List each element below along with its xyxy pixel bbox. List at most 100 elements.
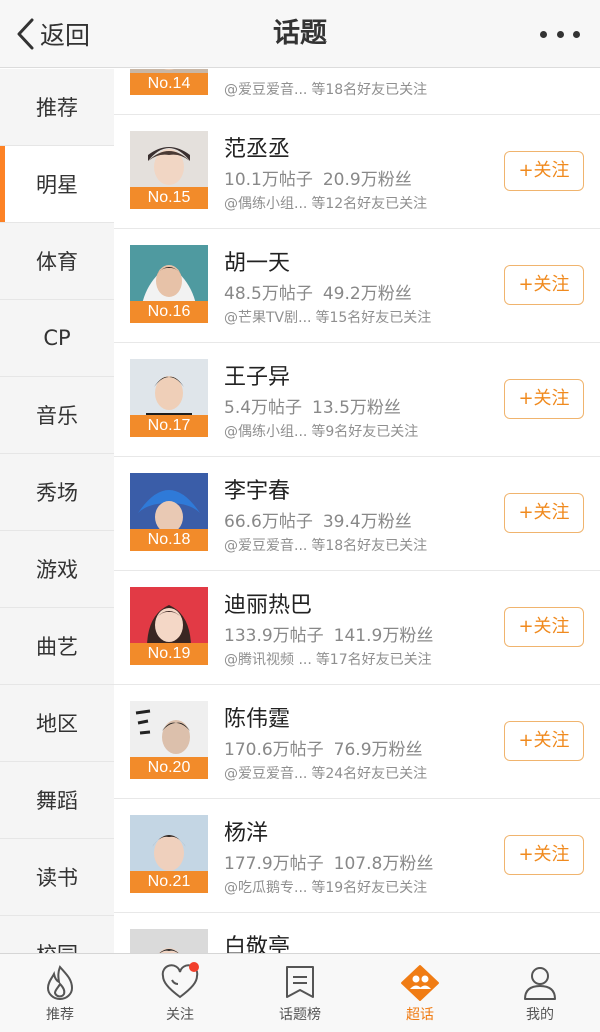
topic-name: 白敬亭 [224, 935, 291, 953]
topic-row[interactable]: No.17 王子异 5.4万帖子 13.5万粉丝 @偶练小组... 等9名好友已关注… [114, 343, 600, 457]
topic-avatar: No.15 [130, 131, 208, 209]
topic-stats: 48.5万帖子 49.2万粉丝 [224, 279, 412, 304]
follow-button[interactable]: +关注 [504, 151, 584, 191]
source-account: @偶练小组... [224, 424, 308, 440]
follow-button[interactable]: +关注 [504, 493, 584, 533]
post-count: 170.6万帖子 [224, 740, 324, 760]
sidebar-item-stars[interactable]: 明星 [0, 146, 114, 223]
sidebar-item-cp[interactable]: CP [0, 300, 114, 377]
topic-name: 杨洋 [224, 821, 269, 846]
topic-list-container: No.14 @爱豆爱音...等18名好友已关注 +关注 No.15 范丞丞 10… [114, 69, 600, 953]
sidebar-item-dance[interactable]: 舞蹈 [0, 762, 114, 839]
more-options-button[interactable] [540, 18, 580, 50]
topic-list: No.14 @爱豆爱音...等18名好友已关注 +关注 No.15 范丞丞 10… [114, 69, 600, 953]
topic-avatar [130, 929, 208, 953]
topic-avatar: No.20 [130, 701, 208, 779]
tab-following[interactable]: 关注 [120, 954, 240, 1032]
sidebar-item-label: 明星 [36, 173, 78, 197]
source-account: @爱豆爱音... [224, 766, 308, 782]
rank-badge: No.15 [130, 187, 208, 209]
topic-row[interactable]: No.16 胡一天 48.5万帖子 49.2万粉丝 @芒果TV剧... 等15名好友… [114, 229, 600, 343]
topic-row[interactable]: No.19 迪丽热巴 133.9万帖子 141.9万粉丝 @腾讯视频 ... 等17… [114, 571, 600, 685]
follow-button[interactable]: +关注 [504, 265, 584, 305]
topic-name: 迪丽热巴 [224, 593, 313, 618]
follow-button[interactable]: +关注 [504, 835, 584, 875]
post-count: 177.9万帖子 [224, 854, 324, 874]
friends-followed: 等15名好友已关注 [315, 310, 432, 326]
sidebar-item-label: 校园 [36, 939, 78, 953]
sidebar-item-campus[interactable]: 校园 [0, 916, 114, 953]
rank-badge: No.19 [130, 643, 208, 665]
fan-count: 49.2万粉丝 [322, 284, 412, 304]
follow-button[interactable]: +关注 [504, 721, 584, 761]
friends-followed: 等9名好友已关注 [311, 424, 419, 440]
fan-count: 76.9万粉丝 [333, 740, 423, 760]
sidebar-item-recommend[interactable]: 推荐 [0, 69, 114, 146]
source-account: @吃瓜鹅专... [224, 880, 308, 896]
source-account: @爱豆爱音... [224, 82, 308, 98]
back-label: 返回 [40, 21, 91, 50]
tab-profile[interactable]: 我的 [480, 954, 600, 1032]
follow-button[interactable]: +关注 [504, 379, 584, 419]
sidebar-item-opera[interactable]: 曲艺 [0, 608, 114, 685]
topic-stats: 177.9万帖子 107.8万粉丝 [224, 849, 433, 874]
rank-badge: No.16 [130, 301, 208, 323]
follow-button[interactable]: +关注 [504, 607, 584, 647]
chevron-left-icon [17, 18, 34, 50]
sidebar-item-label: 曲艺 [36, 635, 78, 659]
topic-stats: 10.1万帖子 20.9万粉丝 [224, 165, 412, 190]
sidebar-item-label: 读书 [36, 866, 78, 890]
rank-badge: No.21 [130, 871, 208, 893]
topic-avatar: No.21 [130, 815, 208, 893]
topic-row[interactable]: No.21 杨洋 177.9万帖子 107.8万粉丝 @吃瓜鹅专... 等19名好友… [114, 799, 600, 913]
topic-avatar: No.16 [130, 245, 208, 323]
friend-follow-info: @爱豆爱音... 等24名好友已关注 [224, 763, 427, 783]
bottom-tab-bar: 推荐 关注 话题榜 超话 我的 [0, 953, 600, 1032]
sidebar-item-label: 舞蹈 [36, 789, 78, 813]
tab-super-topic[interactable]: 超话 [360, 954, 480, 1032]
tab-topic-ranking[interactable]: 话题榜 [240, 954, 360, 1032]
tab-label: 我的 [526, 1007, 554, 1023]
rank-badge: No.20 [130, 757, 208, 779]
topic-stats: 170.6万帖子 76.9万粉丝 [224, 735, 423, 760]
topic-row[interactable]: No.20 陈伟霆 170.6万帖子 76.9万粉丝 @爱豆爱音... 等24名好友… [114, 685, 600, 799]
post-count: 5.4万帖子 [224, 398, 303, 418]
topic-stats [224, 69, 234, 71]
flame-icon [46, 965, 74, 1000]
topic-name: 李宇春 [224, 479, 291, 504]
source-account: @芒果TV剧... [224, 310, 312, 326]
sidebar-item-region[interactable]: 地区 [0, 685, 114, 762]
sidebar-item-sports[interactable]: 体育 [0, 223, 114, 300]
dot-icon [556, 30, 564, 38]
fan-count: 20.9万粉丝 [322, 170, 412, 190]
topic-row[interactable]: No.15 范丞丞 10.1万帖子 20.9万粉丝 @偶练小组... 等12名好友已… [114, 115, 600, 229]
fan-count: 141.9万粉丝 [333, 626, 434, 646]
friend-follow-info: @吃瓜鹅专... 等19名好友已关注 [224, 877, 427, 897]
topic-stats: 133.9万帖子 141.9万粉丝 [224, 621, 433, 646]
topic-avatar: No.17 [130, 359, 208, 437]
super-topic-icon [401, 965, 439, 1001]
topic-name: 陈伟霆 [224, 707, 291, 732]
sidebar-item-reading[interactable]: 读书 [0, 839, 114, 916]
topic-row[interactable]: No.14 @爱豆爱音...等18名好友已关注 +关注 [114, 69, 600, 115]
sidebar-item-show[interactable]: 秀场 [0, 454, 114, 531]
back-button[interactable]: 返回 [14, 14, 90, 54]
friends-followed: 等12名好友已关注 [311, 196, 428, 212]
post-count: 48.5万帖子 [224, 284, 313, 304]
sidebar-item-label: 秀场 [36, 481, 78, 505]
tab-recommend[interactable]: 推荐 [0, 954, 120, 1032]
friend-follow-info: @芒果TV剧... 等15名好友已关注 [224, 307, 431, 327]
friends-followed: 等17名好友已关注 [315, 652, 432, 668]
sidebar-item-label: CP [43, 326, 71, 350]
sidebar-item-games[interactable]: 游戏 [0, 531, 114, 608]
topic-row[interactable]: No.18 李宇春 66.6万帖子 39.4万粉丝 @爱豆爱音... 等18名好友已… [114, 457, 600, 571]
source-account: @偶练小组... [224, 196, 308, 212]
source-account: @爱豆爱音... [224, 538, 308, 554]
notification-dot [189, 962, 199, 972]
topic-row[interactable]: 白敬亭 +关注 [114, 913, 600, 953]
dot-icon [573, 30, 580, 38]
source-account: @腾讯视频 ... [224, 652, 312, 668]
sidebar-item-music[interactable]: 音乐 [0, 377, 114, 454]
friend-follow-info: @偶练小组... 等9名好友已关注 [224, 421, 418, 441]
topic-name: 胡一天 [224, 251, 291, 276]
